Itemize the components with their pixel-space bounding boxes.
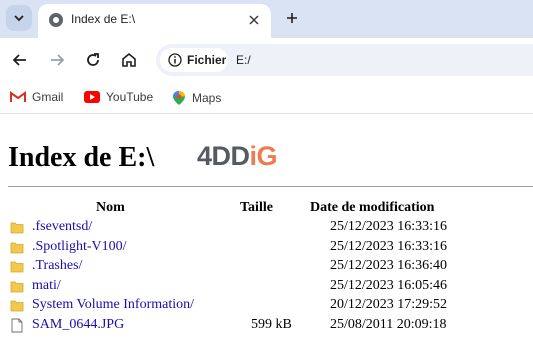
reload-icon bbox=[87, 53, 99, 66]
folder-icon bbox=[10, 279, 24, 294]
site-info-chip[interactable]: Fichier bbox=[160, 48, 228, 72]
file-icon bbox=[10, 318, 24, 333]
table-row: .Trashes/25/12/2023 16:36:40 bbox=[0, 258, 533, 277]
entry-link[interactable]: SAM_0644.JPG bbox=[32, 317, 124, 333]
info-icon bbox=[168, 53, 182, 67]
bookmark-label: YouTube bbox=[106, 90, 154, 104]
bookmarks-bar: Gmail YouTube Maps bbox=[0, 82, 533, 114]
gmail-icon bbox=[10, 91, 26, 102]
divider bbox=[8, 186, 533, 187]
globe-icon bbox=[49, 13, 63, 27]
arrow-right-icon bbox=[51, 54, 65, 66]
entry-modified: 25/12/2023 16:36:40 bbox=[330, 258, 448, 274]
table-row: .fseventsd/25/12/2023 16:33:16 bbox=[0, 219, 533, 238]
new-tab-button[interactable] bbox=[281, 7, 303, 29]
url-text[interactable]: E:/ bbox=[236, 53, 251, 67]
folder-icon bbox=[10, 220, 24, 235]
column-header-size[interactable]: Taille bbox=[240, 200, 273, 216]
entry-link[interactable]: .fseventsd/ bbox=[32, 219, 92, 235]
entry-link[interactable]: .Spotlight-V100/ bbox=[32, 239, 127, 255]
bookmark-label: Gmail bbox=[32, 90, 64, 104]
tab-title: Index de E:\ bbox=[71, 12, 136, 26]
table-row: SAM_0644.JPG 599 kB 25/08/2011 20:09:18 bbox=[0, 317, 533, 336]
forward-button[interactable] bbox=[47, 50, 67, 70]
table-row: .Spotlight-V100/25/12/2023 16:33:16 bbox=[0, 239, 533, 258]
page-content: Index de E:\ 4DDiG Nom Taille Date de mo… bbox=[0, 115, 533, 360]
chevron-down-icon bbox=[14, 15, 24, 22]
entry-link[interactable]: mati/ bbox=[32, 278, 61, 294]
bookmark-gmail[interactable]: Gmail bbox=[10, 90, 63, 104]
address-bar[interactable]: Fichier E:/ bbox=[156, 44, 533, 76]
home-icon bbox=[122, 52, 136, 67]
entry-modified: 25/12/2023 16:33:16 bbox=[330, 219, 448, 234]
bookmark-youtube[interactable]: YouTube bbox=[84, 90, 153, 104]
watermark-logo: 4DDiG bbox=[197, 141, 278, 171]
back-button[interactable] bbox=[10, 50, 30, 70]
home-button[interactable] bbox=[119, 50, 139, 70]
table-row: mati/25/12/2023 16:05:46 bbox=[0, 278, 533, 297]
entry-modified: 25/12/2023 16:33:16 bbox=[330, 238, 448, 254]
site-info-label: Fichier bbox=[187, 53, 227, 67]
page-title: Index de E:\ bbox=[8, 142, 155, 173]
entry-size: 599 kB bbox=[251, 317, 292, 332]
maps-icon bbox=[173, 91, 185, 105]
close-icon bbox=[249, 15, 259, 25]
entry-modified: 25/08/2011 20:09:18 bbox=[330, 317, 447, 332]
table-row: System Volume Information/20/12/2023 17:… bbox=[0, 297, 533, 316]
tab-strip: Index de E:\ bbox=[0, 0, 533, 38]
entry-modified: 25/12/2023 16:05:46 bbox=[330, 277, 448, 293]
tab-close-button[interactable] bbox=[245, 11, 263, 29]
folder-icon bbox=[10, 259, 24, 274]
bookmark-label: Maps bbox=[192, 91, 222, 105]
reload-button[interactable] bbox=[83, 50, 103, 70]
bookmark-maps[interactable]: Maps bbox=[172, 90, 221, 106]
arrow-left-icon bbox=[12, 54, 26, 66]
toolbar: Fichier E:/ bbox=[0, 38, 533, 82]
folder-icon bbox=[10, 298, 24, 313]
youtube-icon bbox=[84, 91, 100, 103]
plus-icon bbox=[287, 13, 297, 23]
folder-icon bbox=[10, 240, 24, 255]
entry-modified: 20/12/2023 17:29:52 bbox=[330, 297, 448, 313]
entry-link[interactable]: .Trashes/ bbox=[32, 258, 82, 274]
entry-link[interactable]: System Volume Information/ bbox=[32, 297, 194, 313]
tab-search-button[interactable] bbox=[6, 5, 32, 31]
column-header-modified[interactable]: Date de modification bbox=[310, 200, 434, 216]
tab-active[interactable]: Index de E:\ bbox=[38, 4, 271, 38]
column-header-name[interactable]: Nom bbox=[96, 200, 125, 216]
